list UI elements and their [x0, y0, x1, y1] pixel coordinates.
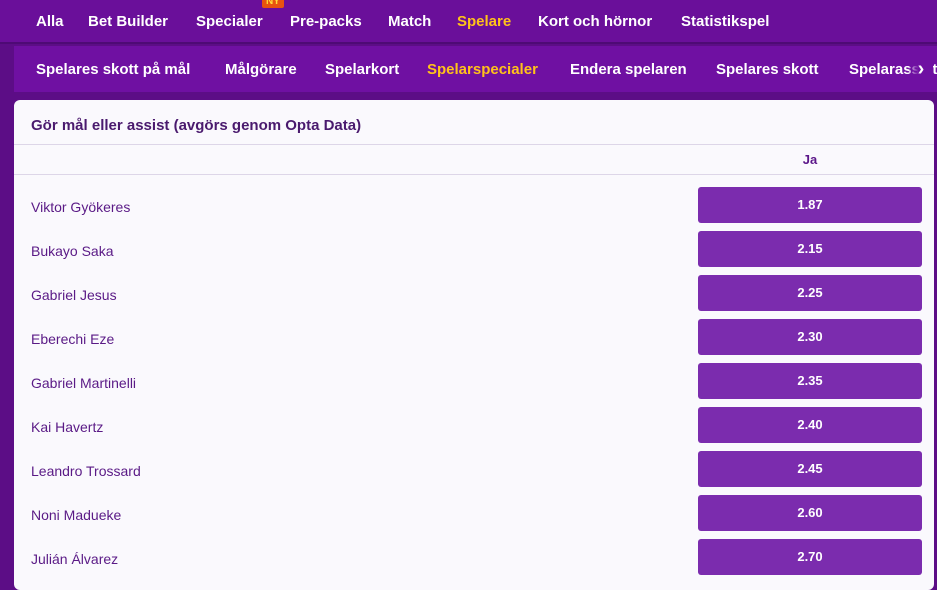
subtab-spelarkort[interactable]: Spelarkort [325, 61, 399, 78]
nav-divider [0, 42, 937, 44]
column-divider [14, 174, 934, 175]
chevron-right-icon[interactable]: › [909, 46, 933, 92]
table-row: Kai Havertz 2.40 [14, 407, 934, 451]
odds-button[interactable]: 2.45 [698, 451, 922, 487]
tab-match[interactable]: Match [388, 13, 431, 30]
market-title: Gör mål eller assist (avgörs genom Opta … [31, 117, 362, 134]
odds-button[interactable]: 2.30 [698, 319, 922, 355]
subtab-endera-spelaren[interactable]: Endera spelaren [570, 61, 687, 78]
table-row: Gabriel Jesus 2.25 [14, 275, 934, 319]
odds-button[interactable]: 2.25 [698, 275, 922, 311]
table-row: Leandro Trossard 2.45 [14, 451, 934, 495]
player-name: Noni Madueke [31, 507, 122, 523]
player-name: Leandro Trossard [31, 463, 141, 479]
top-nav: Alla Bet Builder Specialer NY Pre-packs … [0, 0, 937, 42]
player-name: Bukayo Saka [31, 243, 114, 259]
market-card: Gör mål eller assist (avgörs genom Opta … [14, 100, 934, 590]
tab-spelare[interactable]: Spelare [457, 13, 511, 30]
player-name: Eberechi Eze [31, 331, 115, 347]
odds-button[interactable]: 2.70 [698, 539, 922, 575]
table-row: Noni Madueke 2.60 [14, 495, 934, 539]
player-name: Gabriel Martinelli [31, 375, 137, 391]
odds-button[interactable]: 2.40 [698, 407, 922, 443]
odds-button[interactable]: 1.87 [698, 187, 922, 223]
header-divider [14, 144, 934, 145]
subtab-spelares-skott-pa-mal[interactable]: Spelares skott på mål [36, 61, 190, 78]
tab-bet-builder[interactable]: Bet Builder [88, 13, 168, 30]
table-row: Bukayo Saka 2.15 [14, 231, 934, 275]
player-name: Viktor Gyökeres [31, 199, 131, 215]
new-badge: NY [262, 0, 284, 8]
tab-specialer[interactable]: Specialer [196, 13, 263, 30]
tab-pre-packs[interactable]: Pre-packs [290, 13, 362, 30]
player-name: Kai Havertz [31, 419, 104, 435]
subtab-spelares-skott[interactable]: Spelares skott [716, 61, 819, 78]
player-name: Gabriel Jesus [31, 287, 117, 303]
subtab-malgorare[interactable]: Målgörare [225, 61, 297, 78]
odds-button[interactable]: 2.60 [698, 495, 922, 531]
table-row: Gabriel Martinelli 2.35 [14, 363, 934, 407]
tab-kort-och-hornor[interactable]: Kort och hörnor [538, 13, 652, 30]
odds-button[interactable]: 2.35 [698, 363, 922, 399]
subtab-spelarspecialer[interactable]: Spelarspecialer [427, 61, 538, 78]
table-row: Julián Álvarez 2.70 [14, 539, 934, 583]
tab-alla[interactable]: Alla [36, 13, 64, 30]
table-row: Eberechi Eze 2.30 [14, 319, 934, 363]
sub-nav: Spelares skott på mål Målgörare Spelarko… [14, 46, 937, 92]
odds-button[interactable]: 2.15 [698, 231, 922, 267]
player-name: Julián Álvarez [31, 551, 119, 567]
tab-statistikspel[interactable]: Statistikspel [681, 13, 769, 30]
column-header-ja: Ja [802, 152, 818, 167]
table-row: Viktor Gyökeres 1.87 [14, 187, 934, 231]
